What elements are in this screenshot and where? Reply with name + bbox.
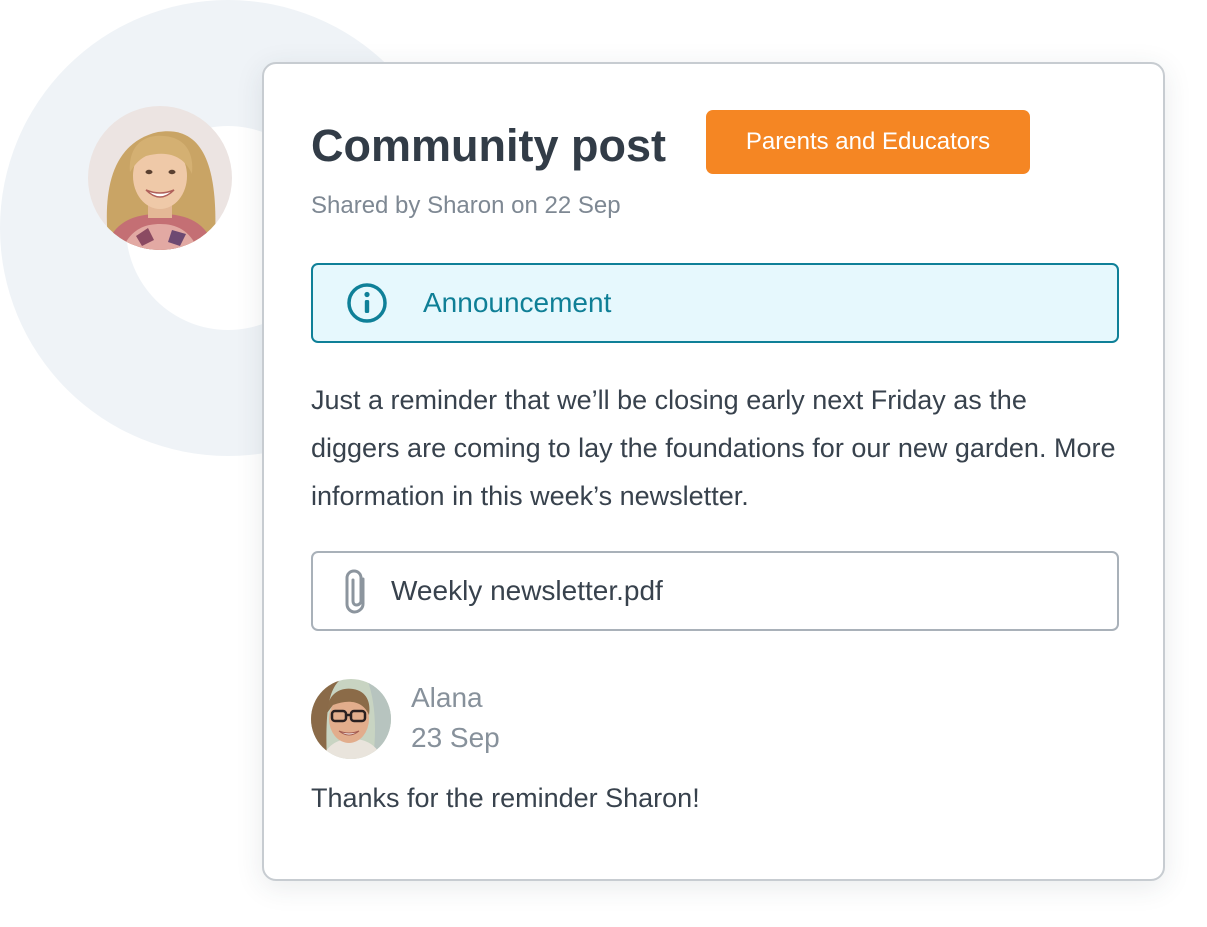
commenter-name: Alana bbox=[411, 682, 483, 713]
audience-badge[interactable]: Parents and Educators bbox=[706, 110, 1030, 174]
paperclip-icon bbox=[345, 569, 365, 614]
info-icon bbox=[347, 283, 387, 323]
attachment-link[interactable]: Weekly newsletter.pdf bbox=[311, 551, 1119, 631]
commenter-portrait bbox=[311, 679, 391, 759]
announcement-banner: Announcement bbox=[311, 263, 1119, 343]
announcement-label: Announcement bbox=[423, 287, 612, 318]
comment-date: 23 Sep bbox=[411, 722, 500, 753]
comment-author-avatar[interactable] bbox=[311, 679, 391, 759]
attachment-file-name: Weekly newsletter.pdf bbox=[391, 575, 663, 606]
stage: Community post Parents and Educators Sha… bbox=[0, 0, 1207, 927]
post-body: Just a reminder that we’ll be closing ea… bbox=[311, 385, 1116, 511]
post-title: Community post bbox=[311, 120, 666, 171]
community-post-card: Community post Parents and Educators Sha… bbox=[262, 62, 1165, 881]
comment-text: Thanks for the reminder Sharon! bbox=[311, 783, 700, 813]
shared-by-line: Shared by Sharon on 22 Sep bbox=[311, 192, 621, 219]
post-author-avatar[interactable] bbox=[88, 106, 232, 250]
author-portrait bbox=[88, 106, 232, 250]
